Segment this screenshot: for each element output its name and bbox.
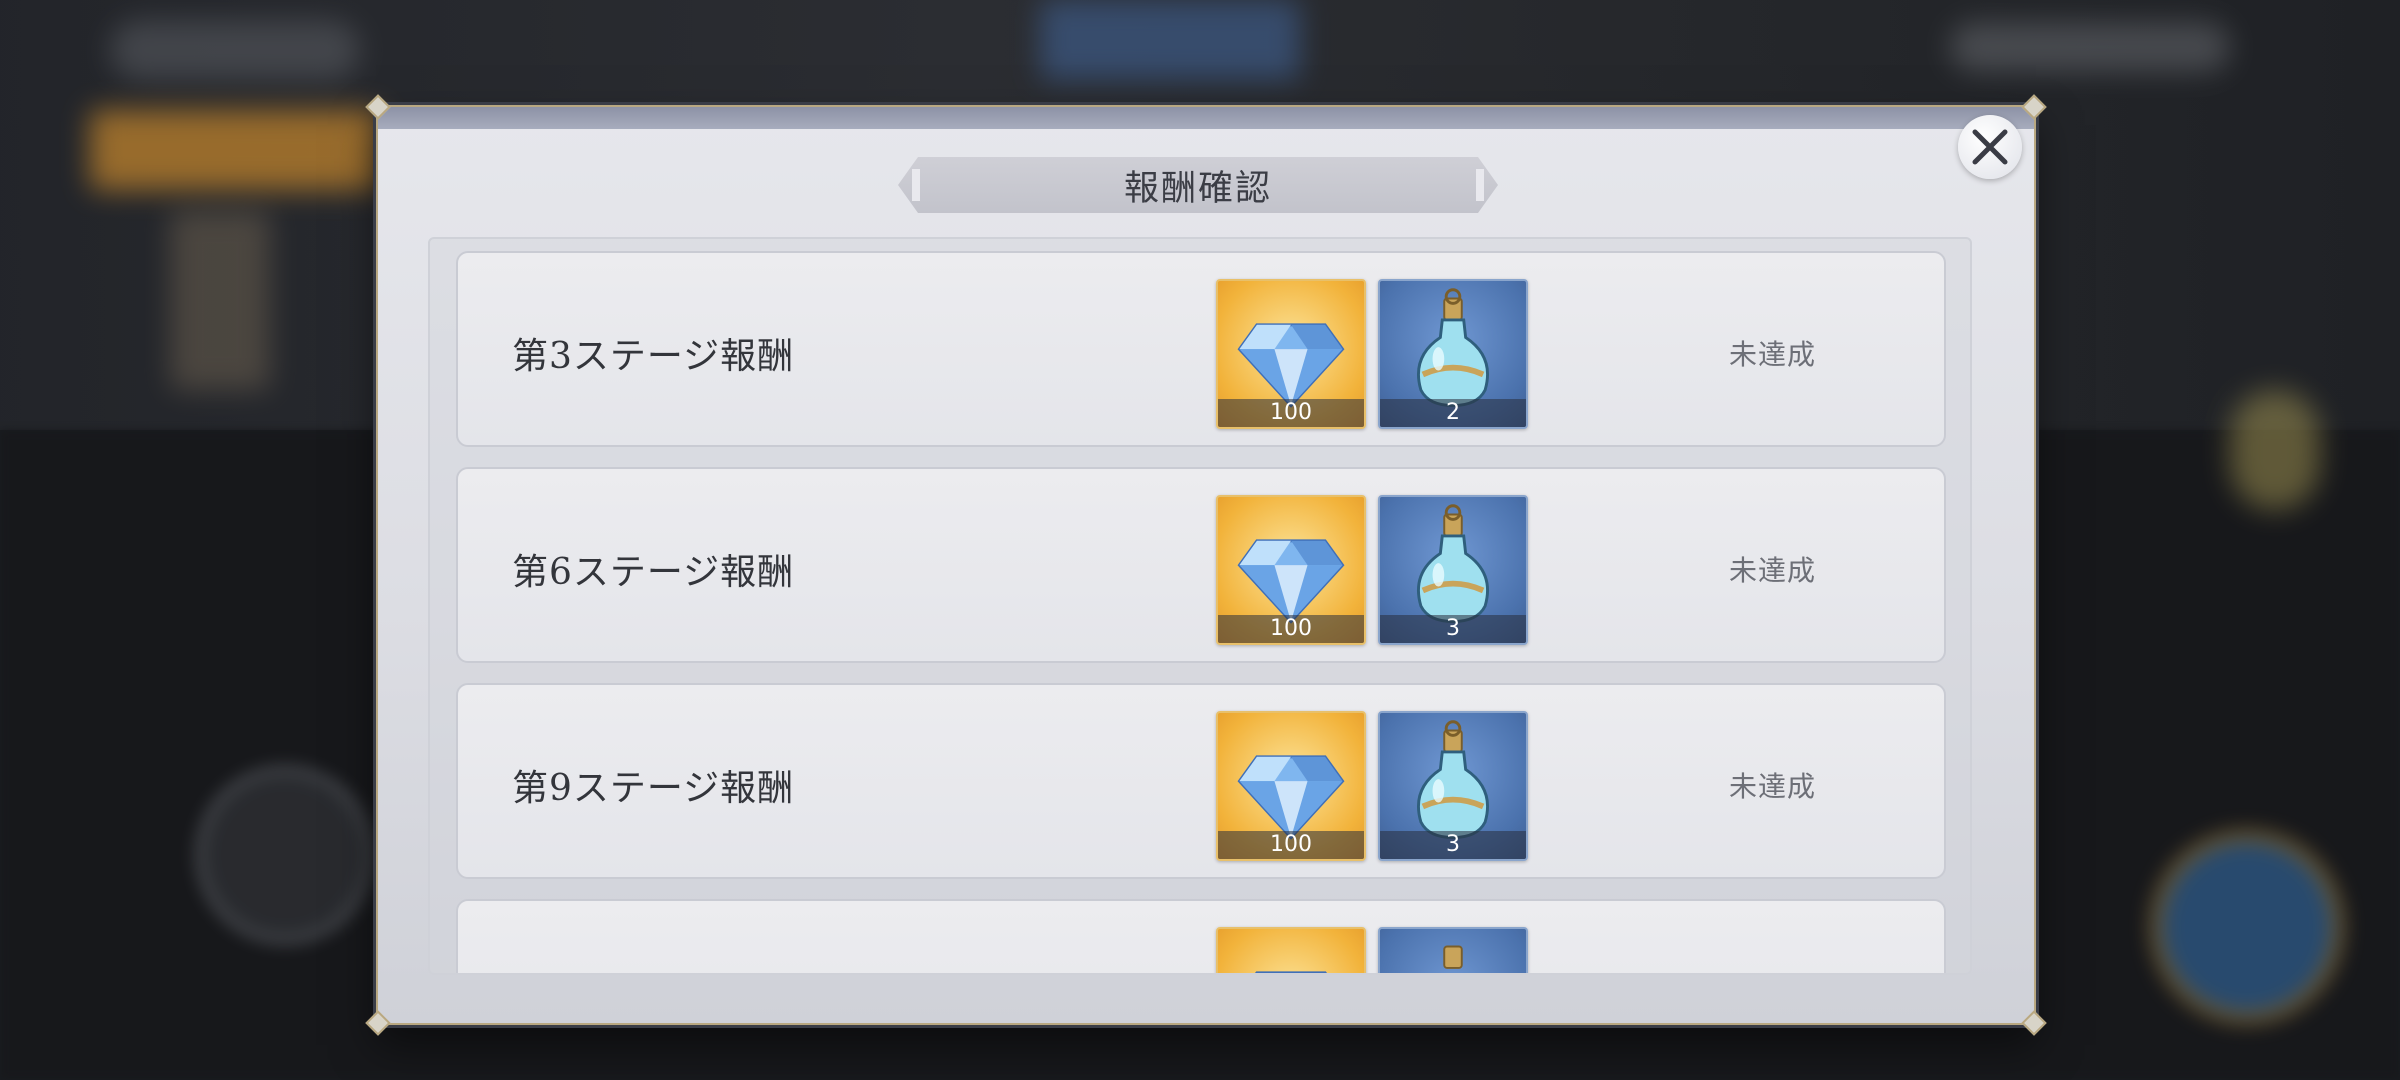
reward-row: 第3ステージ報酬 100 2 未達成	[456, 251, 1946, 447]
reward-list[interactable]: 第3ステージ報酬 100 2 未達成 第6ステージ報酬 100 3 未達成 第9…	[428, 237, 1972, 975]
reward-item-gem[interactable]: 100	[1216, 495, 1366, 645]
reward-row-label: 第3ステージ報酬	[512, 336, 795, 377]
reward-item-potion[interactable]	[1378, 927, 1528, 973]
reward-status: 未達成	[1728, 770, 1816, 803]
dialog-title-plate: 報酬確認	[898, 157, 1498, 213]
diamond-gem-icon	[1254, 971, 1328, 973]
reward-item-potion[interactable]: 2	[1378, 279, 1528, 429]
reward-item-gem[interactable]: 100	[1216, 711, 1366, 861]
item-quantity: 100	[1218, 831, 1364, 859]
dialog-title: 報酬確認	[1123, 168, 1272, 209]
reward-item-gem[interactable]	[1216, 927, 1366, 973]
reward-item-gem[interactable]: 100	[1216, 279, 1366, 429]
close-icon	[1972, 129, 2008, 165]
reward-row-label: 第6ステージ報酬	[512, 552, 795, 593]
reward-status: 未達成	[1728, 554, 1816, 587]
close-button[interactable]	[1958, 115, 2022, 179]
reward-item-potion[interactable]: 3	[1378, 495, 1528, 645]
item-quantity: 3	[1380, 615, 1526, 643]
reward-item-potion[interactable]: 3	[1378, 711, 1528, 861]
reward-row: 第9ステージ報酬 100 3 未達成	[456, 683, 1946, 879]
reward-row: 第6ステージ報酬 100 3 未達成	[456, 467, 1946, 663]
item-quantity: 3	[1380, 831, 1526, 859]
item-quantity: 2	[1380, 399, 1526, 427]
potion-bottle-icon	[1443, 945, 1463, 969]
reward-confirm-dialog: 報酬確認 第3ステージ報酬 100 2 未達成 第6ステージ報酬 100 3 未…	[365, 94, 2047, 1036]
item-quantity: 100	[1218, 615, 1364, 643]
reward-status: 未達成	[1728, 338, 1816, 371]
reward-row-label: 第9ステージ報酬	[512, 768, 795, 809]
dialog-top-band	[378, 107, 2034, 129]
item-quantity: 100	[1218, 399, 1364, 427]
reward-row	[456, 899, 1946, 973]
